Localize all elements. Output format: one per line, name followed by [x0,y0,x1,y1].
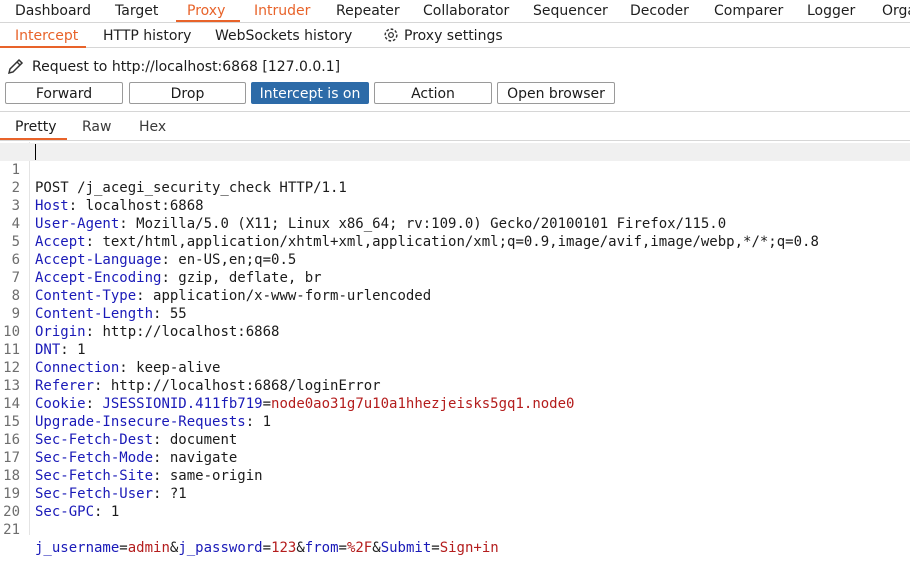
header-line: 17 Sec-Fetch-Site: same-origin [0,431,910,484]
gear-icon[interactable] [382,26,400,44]
param-value: admin [127,540,170,556]
header-line: 13 Cookie: JSESSIONID.411fb719=node0ao31… [0,359,910,412]
request-info: Request to http://localhost:6868 [127.0.… [0,53,910,81]
tab-pretty[interactable]: Pretty [15,118,57,136]
header-line: 14 Upgrade-Insecure-Requests: 1 [0,377,910,430]
body-line: 21 j_username=admin&j_password=123&from=… [0,503,910,556]
tab-http-history[interactable]: HTTP history [103,26,191,46]
request-target-label: Request to http://localhost:6868 [127.0.… [32,59,341,75]
text-caret [35,144,36,160]
header-line: 5 Accept-Language: en-US,en;q=0.5 [0,215,910,268]
request-line: 1 POST /j_acegi_security_check HTTP/1.1 [0,143,910,196]
tab-proxy[interactable]: Proxy [187,1,225,21]
header-line: 11 Connection: keep-alive [0,323,910,376]
param-name: Submit [380,540,432,556]
header-line: 12 Referer: http://localhost:6868/loginE… [0,341,910,394]
param-name: from [304,540,339,556]
param-value: 123 [271,540,297,556]
param-value: %2F [346,540,373,556]
param-name: j_username [35,540,120,556]
drop-button[interactable]: Drop [129,82,246,104]
main-nav: Dashboard Target Proxy Intruder Repeater… [0,0,910,23]
param-name: j_password [178,540,263,556]
tab-target[interactable]: Target [115,1,158,21]
request-editor[interactable]: 1 POST /j_acegi_security_check HTTP/1.1 … [0,142,910,556]
tab-hex[interactable]: Hex [139,118,166,136]
header-line: 8 Content-Length: 55 [0,269,910,322]
header-line: 7 Content-Type: application/x-www-form-u… [0,251,910,304]
tab-repeater[interactable]: Repeater [336,1,400,21]
active-tab-indicator [176,20,240,22]
header-line: 19 Sec-GPC: 1 [0,467,910,520]
tab-logger[interactable]: Logger [807,1,855,21]
tab-comparer[interactable]: Comparer [714,1,783,21]
line-number: 21 [3,522,20,538]
open-browser-button[interactable]: Open browser [497,82,615,104]
tab-intruder[interactable]: Intruder [254,1,310,21]
header-line: 3 User-Agent: Mozilla/5.0 (X11; Linux x8… [0,179,910,232]
message-view-tabs: Pretty Raw Hex [0,112,910,141]
blank-line: 20 [0,485,910,520]
forward-button[interactable]: Forward [5,82,123,104]
tab-proxy-settings[interactable]: Proxy settings [404,26,503,46]
action-button[interactable]: Action [374,82,492,104]
header-line: 18 Sec-Fetch-User: ?1 [0,449,910,502]
proxy-subnav: Intercept HTTP history WebSockets histor… [0,23,910,48]
header-line: 9 Origin: http://localhost:6868 [0,287,910,340]
tab-dashboard[interactable]: Dashboard [15,1,91,21]
header-line: 2 Host: localhost:6868 [0,161,910,214]
header-line: 6 Accept-Encoding: gzip, deflate, br [0,233,910,286]
intercept-toggle-button[interactable]: Intercept is on [251,82,369,104]
tab-sequencer[interactable]: Sequencer [533,1,608,21]
tab-organizer[interactable]: Orga [882,1,910,21]
header-line: 4 Accept: text/html,application/xhtml+xm… [0,197,910,250]
tab-intercept[interactable]: Intercept [15,26,78,46]
tab-decoder[interactable]: Decoder [630,1,689,21]
pencil-icon [7,58,24,75]
tab-websockets-history[interactable]: WebSockets history [215,26,352,46]
tab-collaborator[interactable]: Collaborator [423,1,509,21]
header-line: 10 DNT: 1 [0,305,910,358]
header-line: 16 Sec-Fetch-Mode: navigate [0,413,910,466]
header-line: 15 Sec-Fetch-Dest: document [0,395,910,448]
tab-raw[interactable]: Raw [82,118,111,136]
active-view-indicator [0,138,67,140]
param-value: Sign+in [439,540,499,556]
active-subtab-indicator [0,46,86,48]
